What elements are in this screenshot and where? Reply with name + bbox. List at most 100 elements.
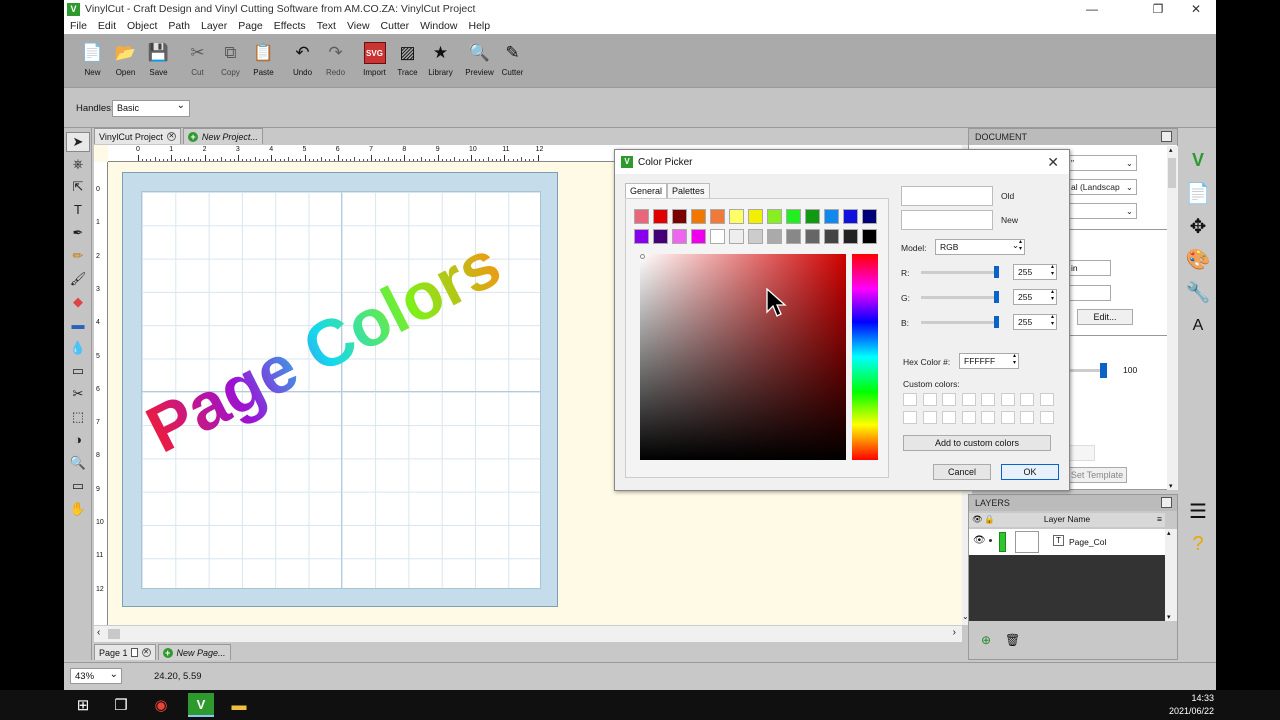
custom-color-slot[interactable] bbox=[942, 411, 956, 424]
color-swatch[interactable] bbox=[653, 229, 668, 244]
color-swatch[interactable] bbox=[843, 229, 858, 244]
custom-color-slot[interactable] bbox=[961, 393, 976, 406]
sv-marker[interactable] bbox=[640, 254, 645, 259]
units-spinner[interactable]: in bbox=[1067, 260, 1111, 276]
layer-color-swatch[interactable] bbox=[999, 532, 1006, 552]
layers-scrollbar[interactable]: ▴ ▾ bbox=[1165, 529, 1177, 621]
material-select[interactable]: ⌄ bbox=[1067, 203, 1137, 219]
new-button[interactable]: 📄 New bbox=[76, 34, 109, 88]
handles-select[interactable]: Basic bbox=[112, 100, 190, 117]
maximize-button[interactable]: ❐ bbox=[1140, 0, 1176, 18]
horizontal-scrollbar[interactable]: ‹ › bbox=[94, 625, 962, 642]
scroll-down-icon[interactable]: ▾ bbox=[1169, 482, 1173, 490]
green-spinner[interactable]: 255 bbox=[1013, 289, 1057, 305]
brush-tool-icon[interactable]: 🖌 bbox=[64, 267, 92, 290]
color-swatch[interactable] bbox=[805, 209, 820, 224]
blue-spinner[interactable]: 255 bbox=[1013, 314, 1057, 330]
menu-view[interactable]: View bbox=[347, 20, 370, 32]
custom-color-slot[interactable] bbox=[942, 393, 956, 406]
slider-knob[interactable] bbox=[994, 291, 999, 303]
color-swatch[interactable] bbox=[634, 229, 649, 244]
preview-button[interactable]: 🔍 Preview bbox=[463, 34, 496, 88]
redo-button[interactable]: ↷ Redo bbox=[319, 34, 352, 88]
scroll-thumb[interactable] bbox=[1168, 158, 1176, 188]
pan-tool-icon[interactable]: ✋ bbox=[64, 497, 92, 520]
scroll-right-icon[interactable]: › bbox=[953, 627, 956, 638]
cut-button[interactable]: ✂ Cut bbox=[181, 34, 214, 88]
scroll-down-icon[interactable]: ▾ bbox=[1167, 613, 1171, 621]
rectangle-fill-icon[interactable]: ▬ bbox=[64, 313, 92, 336]
blue-slider[interactable] bbox=[921, 316, 999, 328]
hue-slider[interactable] bbox=[852, 254, 878, 460]
delete-layer-icon[interactable]: 🗑 bbox=[1005, 633, 1020, 647]
tab-page-1[interactable]: Page 1 ✕ bbox=[94, 644, 156, 660]
custom-color-slot[interactable] bbox=[1000, 411, 1015, 424]
chrome-icon[interactable]: ◉ bbox=[148, 693, 174, 717]
ok-button[interactable]: OK bbox=[1001, 464, 1059, 480]
color-swatch[interactable] bbox=[862, 229, 877, 244]
color-swatch[interactable] bbox=[805, 229, 820, 244]
scroll-up-icon[interactable]: ▴ bbox=[1167, 529, 1171, 537]
color-swatch[interactable] bbox=[729, 209, 744, 224]
visibility-eye-icon[interactable]: 👁 bbox=[973, 535, 986, 546]
menu-edit[interactable]: Edit bbox=[98, 20, 116, 32]
help-icon[interactable]: ? bbox=[1180, 528, 1216, 561]
start-windows-icon[interactable]: ⊞ bbox=[70, 693, 96, 717]
knife-tool-icon[interactable]: ✂ bbox=[64, 382, 92, 405]
color-swatch[interactable] bbox=[767, 229, 782, 244]
close-tab-icon[interactable]: ✕ bbox=[141, 648, 151, 657]
color-swatch[interactable] bbox=[843, 209, 858, 224]
color-swatch[interactable] bbox=[672, 229, 687, 244]
minimize-button[interactable]: — bbox=[1074, 0, 1110, 18]
orientation-select[interactable]: al (Landscap ⌄ bbox=[1067, 179, 1137, 195]
panel-scrollbar[interactable]: ▴ ▾ bbox=[1167, 146, 1178, 490]
close-dialog-icon[interactable]: ✕ bbox=[1047, 154, 1059, 171]
color-swatch[interactable] bbox=[767, 209, 782, 224]
tab-new-page[interactable]: + New Page... bbox=[157, 644, 231, 660]
menu-layer[interactable]: Layer bbox=[201, 20, 227, 32]
layer-row[interactable]: 👁 T Page_Col bbox=[969, 529, 1165, 555]
color-swatch[interactable] bbox=[786, 229, 801, 244]
close-tab-icon[interactable]: ✕ bbox=[166, 132, 176, 141]
menu-cutter[interactable]: Cutter bbox=[381, 20, 410, 32]
vinylcut-panel-icon[interactable]: V bbox=[1180, 144, 1216, 177]
zoom-tool-icon[interactable]: 🔍 bbox=[64, 451, 92, 474]
custom-color-slot[interactable] bbox=[903, 411, 917, 424]
slider-knob[interactable] bbox=[994, 316, 999, 328]
menu-page[interactable]: Page bbox=[238, 20, 263, 32]
text-tool-icon[interactable]: T bbox=[64, 198, 92, 221]
custom-color-slot[interactable] bbox=[981, 411, 995, 424]
task-view-icon[interactable]: ❒ bbox=[108, 693, 134, 717]
menu-icon[interactable]: ≡ bbox=[1157, 514, 1162, 524]
cutter-button[interactable]: ✎ Cutter bbox=[496, 34, 529, 88]
menu-object[interactable]: Object bbox=[127, 20, 157, 32]
color-swatch[interactable] bbox=[824, 209, 839, 224]
layer-name[interactable]: Page_Col bbox=[1069, 537, 1106, 547]
panel-undock-icon[interactable] bbox=[1161, 497, 1172, 508]
trace-button[interactable]: ▨ Trace bbox=[391, 34, 424, 88]
color-swatch[interactable] bbox=[824, 229, 839, 244]
media-size-select[interactable]: " ⌄ bbox=[1067, 155, 1137, 171]
color-swatch[interactable] bbox=[710, 209, 725, 224]
menu-window[interactable]: Window bbox=[420, 20, 457, 32]
tab-palettes[interactable]: Palettes bbox=[667, 183, 710, 198]
red-slider[interactable] bbox=[921, 266, 999, 278]
save-button[interactable]: 💾 Save bbox=[142, 34, 175, 88]
color-swatch[interactable] bbox=[691, 209, 706, 224]
green-slider[interactable] bbox=[921, 291, 999, 303]
import-button[interactable]: SVG Import bbox=[358, 34, 391, 88]
custom-color-slot[interactable] bbox=[1000, 393, 1015, 406]
menu-help[interactable]: Help bbox=[468, 20, 490, 32]
menu-file[interactable]: File bbox=[70, 20, 87, 32]
undo-button[interactable]: ↶ Undo bbox=[286, 34, 319, 88]
node-select-icon[interactable]: ⎈ bbox=[64, 152, 92, 175]
color-swatch[interactable] bbox=[862, 209, 877, 224]
color-swatch[interactable] bbox=[634, 209, 649, 224]
custom-color-slot[interactable] bbox=[903, 393, 917, 406]
transform-tool-icon[interactable]: ⬚ bbox=[64, 405, 92, 428]
tools-panel-icon[interactable]: 🔧 bbox=[1180, 276, 1216, 309]
slider-knob[interactable] bbox=[994, 266, 999, 278]
scroll-up-icon[interactable]: ▴ bbox=[1169, 146, 1173, 154]
custom-color-slot[interactable] bbox=[961, 411, 976, 424]
measure-tool-icon[interactable]: ▭ bbox=[64, 474, 92, 497]
